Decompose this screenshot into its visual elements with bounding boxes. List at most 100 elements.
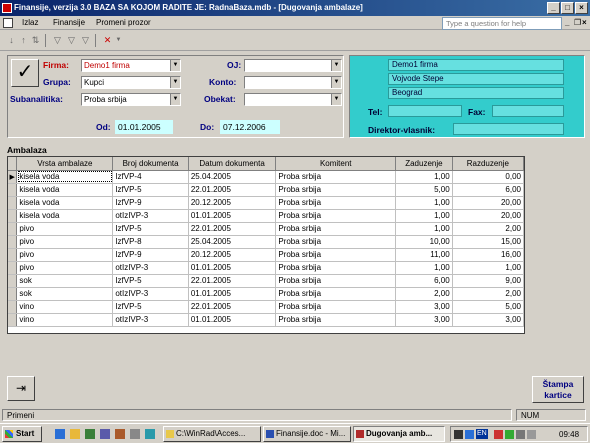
row-selector[interactable]: ▶: [8, 170, 18, 184]
cell-broj[interactable]: otIzIVP-3: [112, 209, 189, 223]
ie-icon[interactable]: [55, 429, 65, 439]
cell-datum[interactable]: 22.01.2005: [188, 183, 277, 197]
cell-vrsta[interactable]: sok: [16, 274, 114, 288]
cell-broj[interactable]: otIzIVP-3: [112, 261, 189, 275]
cell-vrsta[interactable]: kisela voda: [16, 170, 114, 184]
cell-zaduzenje[interactable]: 11,00: [395, 248, 453, 262]
tray-icon[interactable]: [465, 430, 474, 439]
table-row[interactable]: vino otIzIVP-3 01.01.2005 Proba srbija 3,00 3…: [8, 313, 524, 327]
cell-datum[interactable]: 01.01.2005: [188, 287, 277, 301]
cell-vrsta[interactable]: pivo: [16, 261, 114, 275]
cell-vrsta[interactable]: kisela voda: [16, 183, 114, 197]
row-selector[interactable]: [8, 248, 18, 262]
cell-komitent[interactable]: Proba srbija: [275, 235, 397, 249]
menu-promeni-prozor[interactable]: Promeni prozor: [96, 17, 151, 29]
cell-zaduzenje[interactable]: 1,00: [395, 209, 453, 223]
app-icon[interactable]: [145, 429, 155, 439]
cell-datum[interactable]: 01.01.2005: [188, 261, 277, 275]
table-row[interactable]: pivo otIzIVP-3 01.01.2005 Proba srbija 1,00 1…: [8, 261, 524, 275]
cell-broj[interactable]: IzfVP-5: [112, 222, 189, 236]
print-card-button[interactable]: Štampa kartice: [532, 376, 584, 403]
cell-zaduzenje[interactable]: 3,00: [395, 313, 453, 327]
cell-zaduzenje[interactable]: 1,00: [395, 170, 453, 184]
cell-zaduzenje[interactable]: 1,00: [395, 261, 453, 275]
doc-close-button[interactable]: ×: [582, 17, 587, 29]
cell-datum[interactable]: 25.04.2005: [188, 170, 277, 184]
outlook-icon[interactable]: [70, 429, 80, 439]
table-row[interactable]: kisela voda IzfVP-9 20.12.2005 Proba srbija…: [8, 196, 524, 210]
cell-vrsta[interactable]: vino: [16, 313, 114, 327]
cell-broj[interactable]: otIzIVP-3: [112, 313, 189, 327]
cell-razduzenje[interactable]: 20,00: [452, 209, 524, 223]
cell-komitent[interactable]: Proba srbija: [275, 287, 397, 301]
cell-zaduzenje[interactable]: 2,00: [395, 287, 453, 301]
cell-razduzenje[interactable]: 0,00: [452, 170, 524, 184]
cell-datum[interactable]: 22.01.2005: [188, 274, 277, 288]
firma-select[interactable]: Demo1 firma ▼: [81, 59, 181, 72]
cell-zaduzenje[interactable]: 1,00: [395, 222, 453, 236]
task-explorer[interactable]: C:\WinRad\Acces...: [163, 426, 261, 442]
sort-desc-icon[interactable]: ↑: [18, 35, 29, 46]
chevron-down-icon[interactable]: ▼: [170, 77, 180, 88]
cell-razduzenje[interactable]: 15,00: [452, 235, 524, 249]
cell-broj[interactable]: IzfVP-9: [112, 248, 189, 262]
start-button[interactable]: Start: [2, 426, 42, 442]
chevron-down-icon[interactable]: ▼: [331, 94, 341, 105]
cell-datum[interactable]: 20.12.2005: [188, 248, 277, 262]
cell-datum[interactable]: 20.12.2005: [188, 196, 277, 210]
chevron-down-icon[interactable]: ▼: [170, 94, 180, 105]
table-row[interactable]: vino IzfVP-5 22.01.2005 Proba srbija 3,00 5,0…: [8, 300, 524, 314]
table-row[interactable]: pivo IzfVP-9 20.12.2005 Proba srbija 11,00 16…: [8, 248, 524, 262]
cell-zaduzenje[interactable]: 5,00: [395, 183, 453, 197]
obekat-select[interactable]: ▼: [244, 93, 342, 106]
col-header-vrsta[interactable]: Vrsta ambalaze: [16, 157, 114, 171]
cell-zaduzenje[interactable]: 6,00: [395, 274, 453, 288]
delete-icon[interactable]: ✕: [102, 35, 113, 46]
cell-komitent[interactable]: Proba srbija: [275, 313, 397, 327]
chevron-down-icon[interactable]: ▼: [331, 77, 341, 88]
row-selector[interactable]: [8, 209, 18, 223]
cell-broj[interactable]: otIzIVP-3: [112, 287, 189, 301]
menu-izlaz[interactable]: Izlaz: [22, 17, 38, 29]
chevron-down-icon[interactable]: ▼: [331, 60, 341, 71]
cell-zaduzenje[interactable]: 10,00: [395, 235, 453, 249]
filter-apply-icon[interactable]: ▽: [80, 35, 91, 46]
table-row[interactable]: pivo IzfVP-5 22.01.2005 Proba srbija 1,00 2,0…: [8, 222, 524, 236]
cell-zaduzenje[interactable]: 3,00: [395, 300, 453, 314]
cell-razduzenje[interactable]: 9,00: [452, 274, 524, 288]
app-icon[interactable]: [115, 429, 125, 439]
chevron-down-icon[interactable]: ▼: [170, 60, 180, 71]
cell-broj[interactable]: IzfVP-5: [112, 300, 189, 314]
table-row[interactable]: kisela voda otIzIVP-3 01.01.2005 Proba srbi…: [8, 209, 524, 223]
volume-icon[interactable]: [516, 430, 525, 439]
cell-vrsta[interactable]: pivo: [16, 248, 114, 262]
row-selector[interactable]: [8, 274, 18, 288]
doc-restore-button[interactable]: ❐: [574, 17, 581, 29]
minimize-button[interactable]: _: [547, 2, 560, 14]
konto-select[interactable]: ▼: [244, 76, 342, 89]
cell-vrsta[interactable]: pivo: [16, 222, 114, 236]
media-icon[interactable]: [100, 429, 110, 439]
row-selector[interactable]: [8, 196, 18, 210]
desktop-icon[interactable]: [85, 429, 95, 439]
doc-icon[interactable]: [3, 18, 13, 28]
cell-broj[interactable]: IzfVP-4: [112, 170, 189, 184]
tray-icon[interactable]: [454, 430, 463, 439]
cell-razduzenje[interactable]: 20,00: [452, 196, 524, 210]
cell-razduzenje[interactable]: 2,00: [452, 222, 524, 236]
task-dugovanja[interactable]: Dugovanja amb...: [353, 426, 445, 442]
row-selector[interactable]: [8, 183, 18, 197]
network-icon[interactable]: [527, 430, 536, 439]
row-selector[interactable]: [8, 313, 18, 327]
col-header-broj[interactable]: Broj dokumenta: [112, 157, 189, 171]
cell-komitent[interactable]: Proba srbija: [275, 196, 397, 210]
cell-komitent[interactable]: Proba srbija: [275, 183, 397, 197]
row-selector[interactable]: [8, 300, 18, 314]
sort-asc-icon[interactable]: ↓: [6, 35, 17, 46]
task-word[interactable]: Finansije.doc - Mi...: [263, 426, 351, 442]
table-row[interactable]: sok otIzIVP-3 01.01.2005 Proba srbija 2,00 2,…: [8, 287, 524, 301]
oj-select[interactable]: ▼: [244, 59, 342, 72]
cell-razduzenje[interactable]: 3,00: [452, 313, 524, 327]
row-selector[interactable]: [8, 222, 18, 236]
cell-datum[interactable]: 22.01.2005: [188, 222, 277, 236]
